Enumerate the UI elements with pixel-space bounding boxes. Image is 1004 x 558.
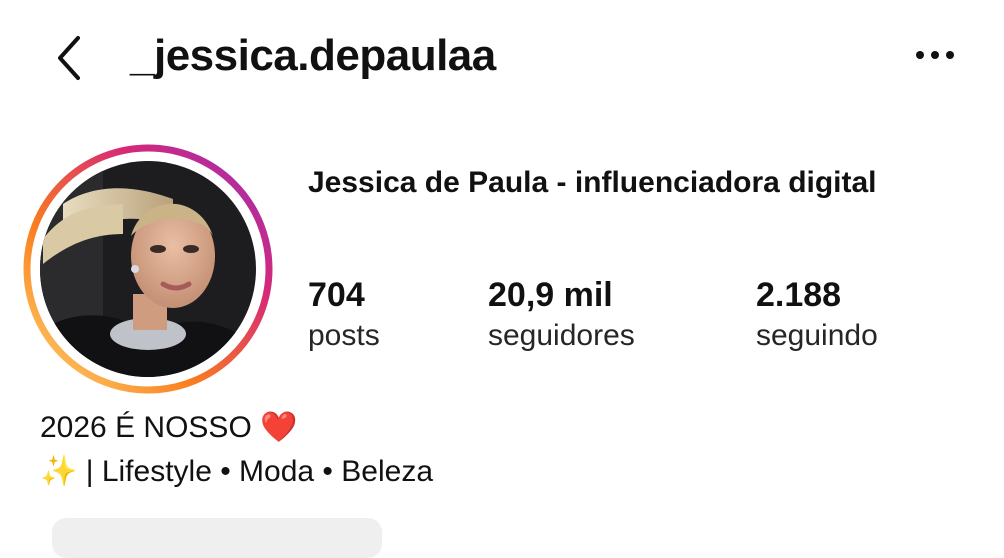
sparkles-emoji-icon: ✨ [40, 455, 78, 488]
followers-count: 20,9 mil [488, 276, 613, 314]
posts-label: posts [308, 319, 380, 352]
back-button[interactable] [48, 30, 92, 86]
ellipsis-icon [916, 51, 954, 59]
more-options-button[interactable] [910, 40, 960, 70]
posts-count: 704 [308, 276, 365, 314]
bio-categories: | Lifestyle • Moda • Beleza [85, 455, 434, 488]
avatar[interactable] [23, 144, 273, 394]
profile-username: _jessica.depaulaa [130, 31, 496, 80]
bio-line-2: ✨ | Lifestyle • Moda • Beleza [40, 452, 433, 492]
following-count: 2.188 [756, 276, 842, 314]
profile-photo [23, 144, 273, 394]
chevron-left-icon [58, 36, 80, 80]
profile-display-name: Jessica de Paula - influenciadora digita… [308, 166, 877, 199]
followers-label: seguidores [488, 319, 635, 352]
stat-following[interactable]: 2.188 seguindo [756, 274, 878, 356]
following-label: seguindo [756, 319, 878, 352]
profile-action-button[interactable] [52, 518, 382, 558]
bio-text: 2026 É NOSSO [40, 411, 252, 444]
stat-posts[interactable]: 704 posts [308, 274, 380, 356]
bio-line-1: 2026 É NOSSO ❤️ [40, 408, 297, 448]
heart-emoji-icon: ❤️ [260, 411, 298, 444]
stat-followers[interactable]: 20,9 mil seguidores [488, 274, 635, 356]
profile-header: _jessica.depaulaa [0, 0, 1004, 120]
